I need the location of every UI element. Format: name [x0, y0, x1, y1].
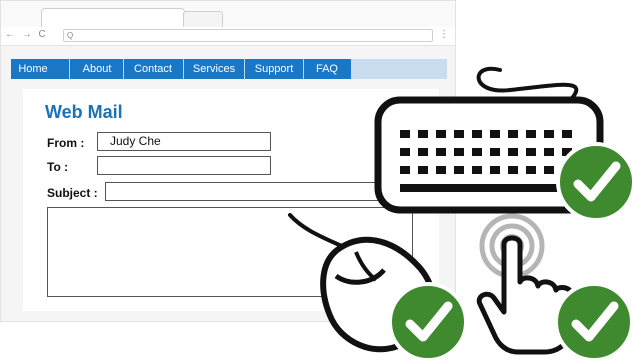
checkmark-icon — [556, 142, 632, 222]
input-devices-illustration — [288, 66, 632, 360]
checkmark-icon — [554, 282, 632, 360]
checkmark-icon — [388, 282, 468, 360]
